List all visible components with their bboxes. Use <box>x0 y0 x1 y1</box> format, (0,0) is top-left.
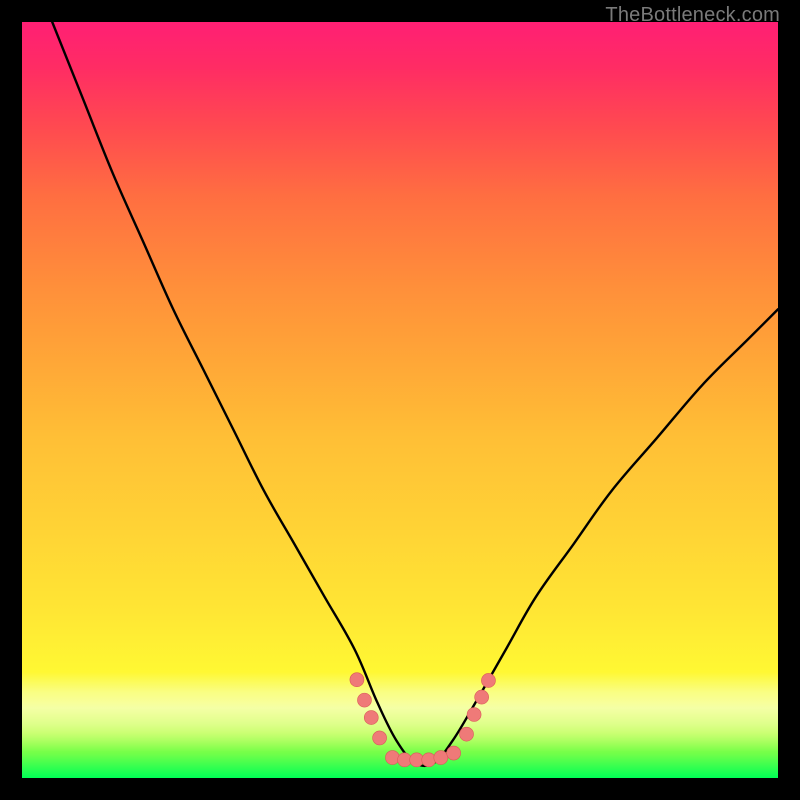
watermark-text: TheBottleneck.com <box>605 4 780 27</box>
chart-frame: TheBottleneck.com <box>0 0 800 800</box>
plot-area <box>22 22 778 778</box>
